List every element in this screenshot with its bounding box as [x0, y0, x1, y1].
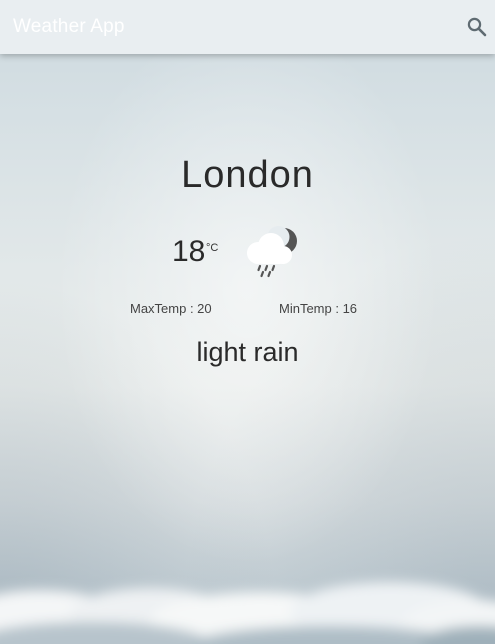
- app-toolbar: Weather App: [0, 0, 495, 54]
- temperature-row: 18 °C: [0, 222, 495, 282]
- cloud-layer-background: [0, 582, 495, 644]
- search-button[interactable]: [465, 15, 489, 39]
- app-screen: Weather App London 18 °C MaxTemp: 20 Mi…: [0, 0, 495, 644]
- temperature-unit: °C: [206, 242, 219, 254]
- search-icon: [467, 17, 487, 37]
- max-temperature: MaxTemp : 20: [130, 301, 212, 316]
- weather-description: light rain: [196, 337, 299, 367]
- app-title: Weather App: [13, 16, 125, 37]
- city-name: London: [181, 154, 314, 196]
- min-temperature: MinTemp : 16: [279, 301, 358, 316]
- cloud-rain-night-icon: [247, 226, 297, 278]
- min-max-row: MaxTemp : 20 MinTemp : 16: [0, 301, 495, 319]
- current-temperature: 18: [172, 235, 206, 268]
